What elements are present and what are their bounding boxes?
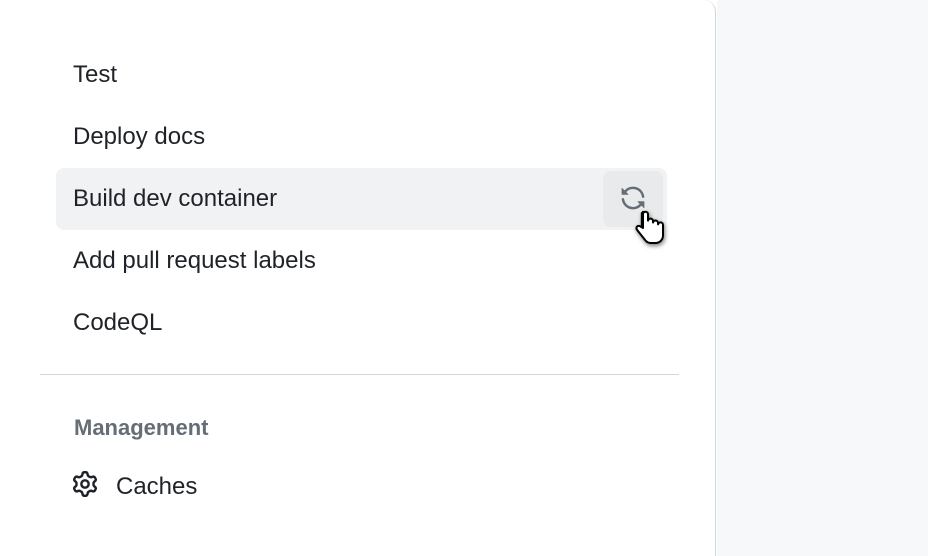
workflow-item-test[interactable]: Test: [56, 44, 667, 106]
management-header: Management: [0, 375, 715, 441]
sync-icon: [620, 185, 646, 214]
workflow-list: Test Deploy docs Build dev container Add…: [0, 0, 715, 354]
workflow-item-deploy-docs[interactable]: Deploy docs: [56, 106, 667, 168]
gear-icon: [72, 471, 98, 504]
workflow-item-add-pull-request-labels[interactable]: Add pull request labels: [56, 230, 667, 292]
management-item-caches[interactable]: Caches: [72, 467, 715, 507]
workflow-label: Add pull request labels: [73, 247, 316, 276]
workflow-label: Test: [73, 61, 117, 90]
management-list: Caches: [0, 441, 715, 507]
workflow-label: CodeQL: [73, 309, 162, 338]
rerun-button[interactable]: [603, 171, 663, 227]
workflow-item-codeql[interactable]: CodeQL: [56, 292, 667, 354]
workflow-label: Deploy docs: [73, 123, 205, 152]
management-item-label: Caches: [116, 473, 197, 501]
workflow-item-build-dev-container[interactable]: Build dev container: [56, 168, 667, 230]
workflow-label: Build dev container: [73, 185, 277, 214]
sidebar-panel: Test Deploy docs Build dev container Add…: [0, 0, 716, 556]
side-panel: [717, 0, 928, 556]
